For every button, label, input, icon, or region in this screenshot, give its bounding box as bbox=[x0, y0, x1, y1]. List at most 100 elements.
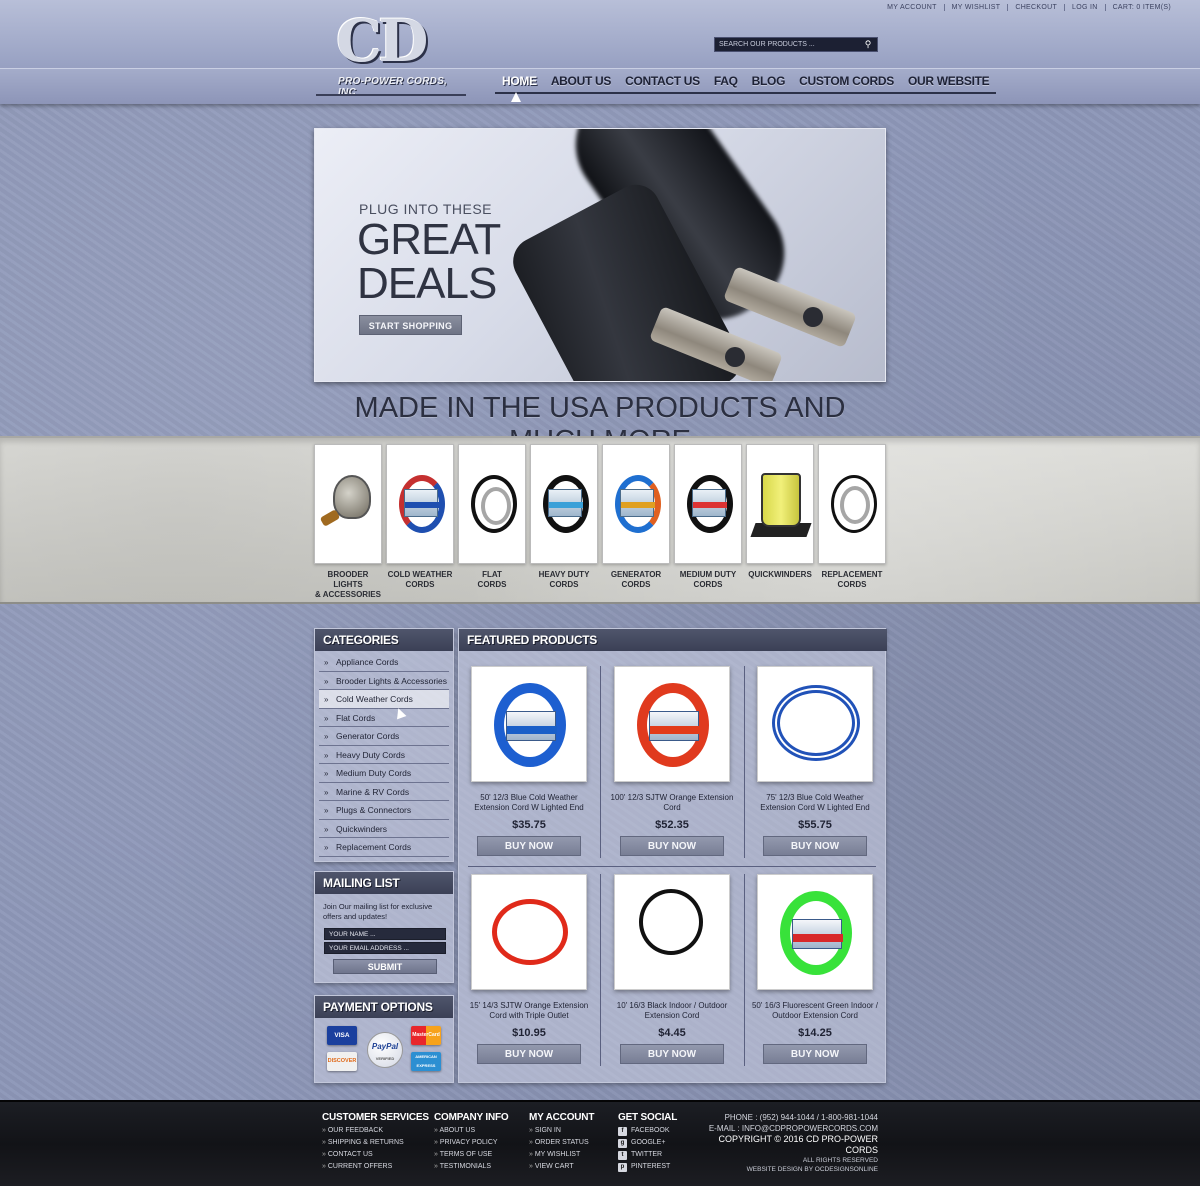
category-tile-brooder-lights[interactable]: BROODER LIGHTS & ACCESSORIES bbox=[314, 444, 382, 600]
pinterest-link[interactable]: p PINTEREST bbox=[618, 1161, 677, 1173]
category-tile-label: COLD WEATHER CORDS bbox=[387, 570, 453, 589]
design-credit[interactable]: WEBSITE DESIGN BY OCDESIGNSONLINE bbox=[700, 1165, 878, 1174]
category-link-brooder[interactable]: » Brooder Lights & Accessories bbox=[319, 672, 449, 690]
cart-link[interactable]: CART: 0 ITEM(S) bbox=[1106, 4, 1178, 11]
product-title[interactable]: 50' 12/3 Blue Cold Weather Extension Cor… bbox=[464, 793, 594, 815]
category-image bbox=[818, 444, 886, 564]
facebook-link[interactable]: f FACEBOOK bbox=[618, 1125, 677, 1137]
nav-custom-cords[interactable]: CUSTOM CORDS bbox=[792, 74, 901, 94]
footer-link[interactable]: CONTACT US bbox=[322, 1149, 429, 1161]
site-footer bbox=[0, 1100, 1200, 1186]
twitter-link[interactable]: t TWITTER bbox=[618, 1149, 677, 1161]
my-wishlist-link[interactable]: MY WISHLIST bbox=[945, 4, 1009, 11]
logo-divider bbox=[316, 94, 466, 96]
nav-about-us[interactable]: ABOUT US bbox=[543, 74, 619, 94]
buy-now-button[interactable]: BUY NOW bbox=[763, 1044, 867, 1064]
category-link-medium-duty[interactable]: » Medium Duty Cords bbox=[319, 764, 449, 783]
category-tile-cold-weather[interactable]: COLD WEATHER CORDS bbox=[386, 444, 454, 600]
category-tile-replacement[interactable]: REPLACEMENT CORDS bbox=[818, 444, 886, 600]
search-icon[interactable]: ⚲ bbox=[860, 38, 876, 51]
nav-contact-us[interactable]: CONTACT US bbox=[618, 74, 707, 94]
footer-link[interactable]: VIEW CART bbox=[529, 1161, 594, 1173]
footer-link[interactable]: CURRENT OFFERS bbox=[322, 1161, 429, 1173]
category-link-replacement[interactable]: » Replacement Cords bbox=[319, 838, 449, 857]
start-shopping-button[interactable]: START SHOPPING bbox=[359, 315, 462, 335]
search-input[interactable] bbox=[715, 38, 860, 51]
my-account-link[interactable]: MY ACCOUNT bbox=[880, 4, 945, 11]
footer-heading: COMPANY INFO bbox=[434, 1112, 509, 1123]
product-price: $14.25 bbox=[798, 1027, 832, 1039]
category-link-plugs[interactable]: » Plugs & Connectors bbox=[319, 801, 449, 820]
buy-now-button[interactable]: BUY NOW bbox=[620, 836, 724, 856]
footer-link[interactable]: ABOUT US bbox=[434, 1125, 508, 1137]
footer-link[interactable]: OUR FEEDBACK bbox=[322, 1125, 429, 1137]
copyright-text: COPYRIGHT © 2016 CD PRO-POWER CORDS bbox=[718, 1134, 879, 1155]
category-link-heavy-duty[interactable]: » Heavy Duty Cords bbox=[319, 746, 449, 764]
category-link-flat[interactable]: » Flat Cords bbox=[319, 709, 449, 727]
google-plus-icon: g bbox=[618, 1138, 627, 1148]
submit-button[interactable]: SUBMIT bbox=[333, 959, 437, 974]
buy-now-button[interactable]: BUY NOW bbox=[477, 1044, 581, 1064]
chevron-right-icon: » bbox=[324, 750, 329, 760]
nav-home[interactable]: HOME bbox=[495, 74, 544, 94]
name-field[interactable] bbox=[324, 928, 446, 940]
category-link-cold-weather[interactable]: » Cold Weather Cords bbox=[319, 690, 449, 709]
mastercard-icon: MasterCard bbox=[411, 1026, 441, 1045]
product-image[interactable] bbox=[614, 874, 730, 990]
chevron-right-icon: » bbox=[324, 843, 329, 852]
buy-now-button[interactable]: BUY NOW bbox=[763, 836, 867, 856]
pinterest-icon: p bbox=[618, 1162, 627, 1172]
footer-link[interactable]: SIGN IN bbox=[529, 1125, 594, 1137]
chevron-right-icon: » bbox=[324, 676, 329, 686]
product-card: 100' 12/3 SJTW Orange Extension Cord $52… bbox=[607, 666, 737, 856]
buy-now-button[interactable]: BUY NOW bbox=[477, 836, 581, 856]
footer-heading: MY ACCOUNT bbox=[529, 1112, 595, 1123]
category-link-generator[interactable]: » Generator Cords bbox=[319, 727, 449, 746]
category-tile-label: FLAT CORDS bbox=[477, 570, 507, 589]
chevron-right-icon: » bbox=[324, 658, 329, 667]
product-image[interactable] bbox=[471, 874, 587, 990]
product-card: 75' 12/3 Blue Cold Weather Extension Cor… bbox=[750, 666, 880, 856]
email-field[interactable] bbox=[324, 942, 446, 954]
login-link[interactable]: LOG IN bbox=[1065, 4, 1106, 11]
twitter-icon: t bbox=[618, 1150, 627, 1160]
category-tile-medium-duty[interactable]: MEDIUM DUTY CORDS bbox=[674, 444, 742, 600]
nav-faq[interactable]: FAQ bbox=[706, 74, 745, 94]
category-image bbox=[386, 444, 454, 564]
hero-banner[interactable]: PLUG INTO THESE GREAT DEALS START SHOPPI… bbox=[314, 128, 886, 382]
product-image[interactable] bbox=[471, 666, 587, 782]
category-link-quickwinders[interactable]: » Quickwinders bbox=[319, 820, 449, 838]
product-title[interactable]: 15' 14/3 SJTW Orange Extension Cord with… bbox=[464, 1001, 594, 1023]
product-title[interactable]: 50' 16/3 Fluorescent Green Indoor / Outd… bbox=[750, 1001, 880, 1023]
chevron-right-icon: » bbox=[324, 695, 329, 704]
category-tile-heavy-duty[interactable]: HEAVY DUTY CORDS bbox=[530, 444, 598, 600]
product-image[interactable] bbox=[757, 666, 873, 782]
product-image[interactable] bbox=[757, 874, 873, 990]
category-tile-flat-cords[interactable]: FLAT CORDS bbox=[458, 444, 526, 600]
category-tile-generator[interactable]: GENERATOR CORDS bbox=[602, 444, 670, 600]
footer-link[interactable]: SHIPPING & RETURNS bbox=[322, 1137, 429, 1149]
footer-link[interactable]: ORDER STATUS bbox=[529, 1137, 594, 1149]
nav-blog[interactable]: BLOG bbox=[744, 74, 793, 94]
product-title[interactable]: 100' 12/3 SJTW Orange Extension Cord bbox=[607, 793, 737, 815]
buy-now-button[interactable]: BUY NOW bbox=[620, 1044, 724, 1064]
product-title[interactable]: 10' 16/3 Black Indoor / Outdoor Extensio… bbox=[607, 1001, 737, 1023]
category-image bbox=[530, 444, 598, 564]
footer-link[interactable]: MY WISHLIST bbox=[529, 1149, 594, 1161]
footer-link[interactable]: TESTIMONIALS bbox=[434, 1161, 508, 1173]
footer-link[interactable]: PRIVACY POLICY bbox=[434, 1137, 508, 1149]
footer-link[interactable]: TERMS OF USE bbox=[434, 1149, 508, 1161]
checkout-link[interactable]: CHECKOUT bbox=[1008, 4, 1066, 11]
prong-hole bbox=[725, 347, 745, 367]
nav-our-website[interactable]: OUR WEBSITE bbox=[900, 74, 997, 94]
product-image[interactable] bbox=[614, 666, 730, 782]
categories-list: » Appliance Cords » Brooder Lights & Acces… bbox=[315, 651, 453, 857]
category-tile-quickwinders[interactable]: QUICKWINDERS bbox=[746, 444, 814, 600]
email-text[interactable]: E-MAIL : INFO@CDPROPOWERCORDS.COM bbox=[700, 1123, 878, 1134]
google-plus-link[interactable]: g GOOGLE+ bbox=[618, 1137, 677, 1149]
mouse-cursor bbox=[511, 92, 521, 102]
category-link-appliance[interactable]: » Appliance Cords bbox=[319, 653, 449, 672]
product-title[interactable]: 75' 12/3 Blue Cold Weather Extension Cor… bbox=[750, 793, 880, 815]
logo[interactable]: CD PRO-POWER CORDS, INC bbox=[336, 10, 466, 98]
category-link-marine-rv[interactable]: » Marine & RV Cords bbox=[319, 783, 449, 801]
